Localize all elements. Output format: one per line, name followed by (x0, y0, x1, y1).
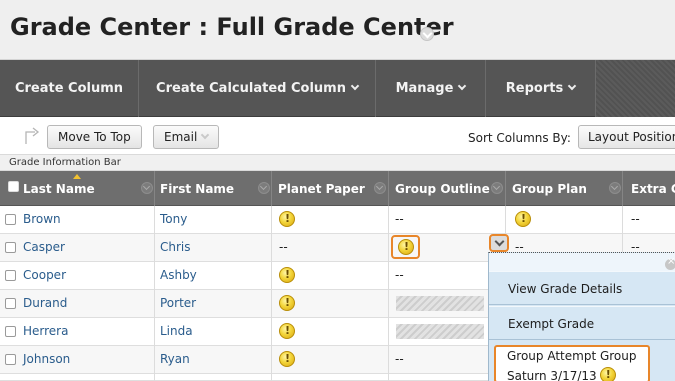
column-header-last-name[interactable]: Last Name (23, 171, 95, 206)
sort-columns-select[interactable]: Layout Position (578, 125, 675, 149)
create-column-button[interactable]: Create Column (0, 60, 139, 117)
last-name-cell[interactable]: Casper (23, 234, 65, 261)
page-title: Grade Center : Full Grade Center (10, 13, 454, 41)
needs-grading-icon[interactable] (279, 323, 295, 339)
exempt-grade-menu-item[interactable]: Exempt Grade (489, 306, 675, 340)
group-attempt-menu-item[interactable]: Group Attempt Group Saturn 3/17/13 (494, 345, 650, 381)
first-name-cell[interactable]: Ashby (160, 262, 197, 289)
create-calculated-column-label: Create Calculated Column (156, 81, 346, 96)
group-attempt-line2-wrap: Saturn 3/17/13 (507, 364, 648, 381)
highlighted-grade-cell (391, 235, 420, 259)
row-checkbox[interactable] (5, 242, 16, 253)
last-name-cell[interactable]: Brown (23, 206, 61, 233)
column-divider (271, 206, 272, 381)
column-header-group-plan[interactable]: Group Plan (512, 171, 587, 206)
grid-header: Last Name First Name Planet Paper Group … (0, 171, 675, 206)
last-name-cell[interactable]: Cooper (23, 262, 66, 289)
title-bar: Grade Center : Full Grade Center (0, 0, 675, 60)
move-arrow-icon (25, 127, 40, 144)
last-name-cell[interactable]: Johnson (23, 346, 70, 373)
column-divider (505, 171, 506, 206)
row-checkbox[interactable] (5, 298, 16, 309)
reports-button[interactable]: Reports (486, 60, 596, 117)
last-name-cell[interactable]: Durand (23, 290, 67, 317)
close-icon[interactable] (665, 256, 675, 270)
column-header-group-outline[interactable]: Group Outline (395, 171, 490, 206)
column-divider (154, 206, 155, 381)
last-name-cell[interactable]: Herrera (23, 318, 68, 345)
manage-label: Manage (395, 81, 454, 96)
grade-cell[interactable]: -- (279, 234, 288, 261)
row-checkbox[interactable] (5, 326, 16, 337)
needs-grading-icon[interactable] (279, 351, 295, 367)
needs-grading-icon[interactable] (279, 267, 295, 283)
view-grade-details-menu-item[interactable]: View Grade Details (489, 271, 675, 305)
column-divider (388, 171, 389, 206)
select-all-checkbox[interactable] (8, 181, 19, 192)
chevron-down-icon (567, 81, 577, 91)
column-header-first-name[interactable]: First Name (160, 171, 234, 206)
grade-cell[interactable]: -- (395, 206, 404, 233)
column-header-planet-paper[interactable]: Planet Paper (278, 171, 365, 206)
needs-grading-icon[interactable] (279, 295, 295, 311)
chevron-down-icon[interactable] (374, 182, 386, 194)
row-checkbox[interactable] (5, 354, 16, 365)
reports-label: Reports (505, 81, 564, 96)
table-row: Brown Tony -- -- (0, 206, 675, 234)
needs-grading-icon[interactable] (515, 211, 531, 227)
hidden-grade-cell (396, 296, 484, 311)
column-divider (622, 171, 623, 206)
action-bar-filler (596, 60, 675, 117)
group-attempt-line2: Saturn 3/17/13 (507, 369, 597, 381)
needs-grading-icon (599, 367, 616, 381)
create-column-label: Create Column (14, 81, 124, 96)
first-name-cell[interactable]: Chris (160, 234, 191, 261)
group-attempt-line1: Group Attempt Group (507, 349, 637, 363)
grade-information-bar-label: Grade Information Bar (9, 157, 121, 168)
email-button[interactable]: Email (153, 125, 220, 149)
first-name-cell[interactable]: Tony (160, 206, 187, 233)
column-divider (271, 171, 272, 206)
grade-information-bar: Grade Information Bar (0, 154, 675, 171)
row-checkbox[interactable] (5, 270, 16, 281)
chevron-down-icon (458, 81, 467, 91)
create-calculated-column-button[interactable]: Create Calculated Column (139, 60, 376, 117)
grade-cell[interactable]: -- (631, 206, 640, 233)
move-to-top-button[interactable]: Move To Top (47, 125, 142, 149)
chevron-down-icon[interactable] (420, 27, 434, 41)
chevron-down-icon[interactable] (258, 182, 270, 194)
grade-context-menu: View Grade Details Exempt Grade Group At… (488, 252, 675, 381)
chevron-down-icon (201, 130, 210, 140)
grade-cell[interactable]: -- (395, 346, 404, 373)
row-checkbox[interactable] (5, 214, 16, 225)
column-header-extra[interactable]: Extra C (631, 171, 675, 206)
hidden-grade-cell (396, 324, 484, 339)
grade-cell[interactable]: -- (395, 262, 404, 289)
chevron-down-icon[interactable] (141, 182, 153, 194)
chevron-down-icon (350, 81, 360, 91)
cell-menu-chevron-icon[interactable] (489, 234, 509, 252)
context-menu-header (489, 253, 675, 271)
needs-grading-icon[interactable] (279, 211, 295, 227)
action-bar: Create Column Create Calculated Column M… (0, 60, 675, 117)
chevron-down-icon[interactable] (491, 182, 503, 194)
toolbar: Move To Top Email Sort Columns By: Layou… (0, 117, 675, 154)
chevron-down-icon[interactable] (609, 182, 621, 194)
first-name-cell[interactable]: Porter (160, 290, 196, 317)
column-divider (154, 171, 155, 206)
first-name-cell[interactable]: Linda (160, 318, 193, 345)
email-label: Email (164, 130, 198, 144)
column-divider (388, 206, 389, 381)
sort-columns-label: Sort Columns By: (468, 131, 571, 145)
manage-button[interactable]: Manage (376, 60, 486, 117)
first-name-cell[interactable]: Ryan (160, 346, 190, 373)
